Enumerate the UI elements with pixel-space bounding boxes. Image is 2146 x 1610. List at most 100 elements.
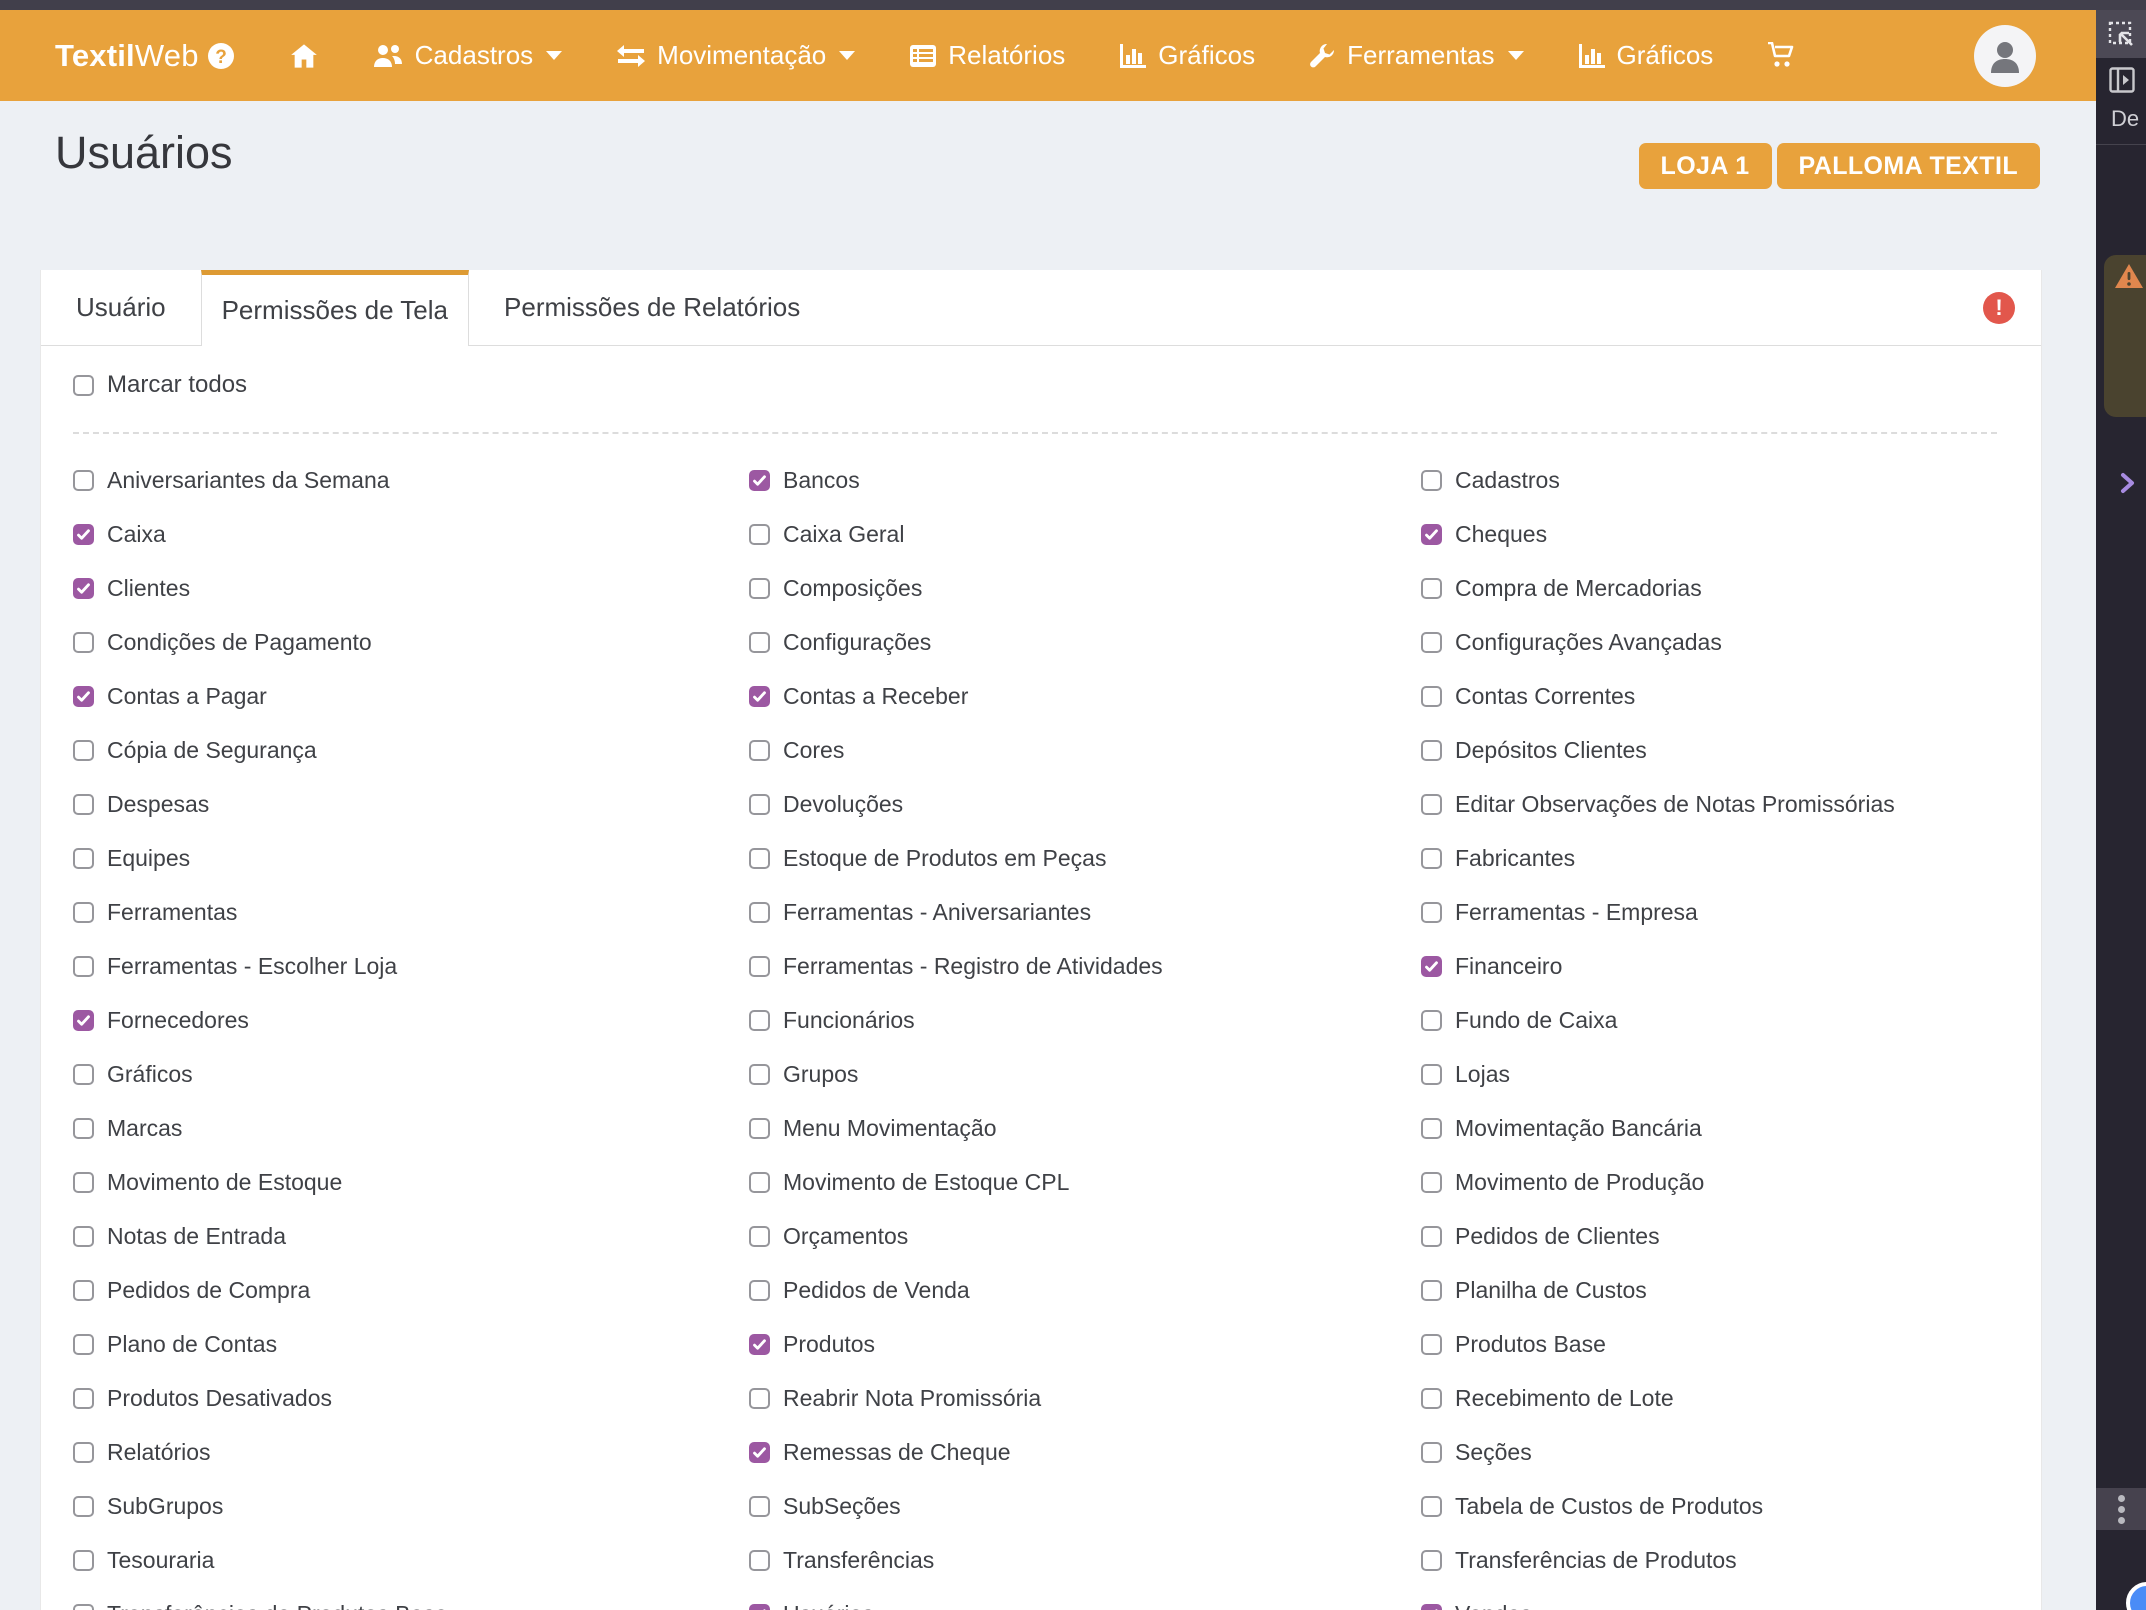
permission-checkbox[interactable] <box>73 740 94 761</box>
permission-item[interactable]: SubSeções <box>749 1493 901 1520</box>
permission-checkbox[interactable] <box>749 848 770 869</box>
permission-checkbox[interactable] <box>1421 1280 1442 1301</box>
permission-checkbox[interactable] <box>1421 956 1442 977</box>
permission-item[interactable]: Grupos <box>749 1061 858 1088</box>
permission-checkbox[interactable] <box>749 1388 770 1409</box>
permission-item[interactable]: Estoque de Produtos em Peças <box>749 845 1106 872</box>
permission-checkbox[interactable] <box>1421 1010 1442 1031</box>
permission-checkbox[interactable] <box>749 1550 770 1571</box>
permission-checkbox[interactable] <box>749 794 770 815</box>
permission-checkbox[interactable] <box>1421 1118 1442 1139</box>
permission-item[interactable]: Transferências de Produtos <box>1421 1547 1737 1574</box>
permission-checkbox[interactable] <box>73 524 94 545</box>
permission-item[interactable]: Configurações <box>749 629 931 656</box>
permission-item[interactable]: Fornecedores <box>73 1007 249 1034</box>
permission-item[interactable]: Ferramentas - Registro de Atividades <box>749 953 1163 980</box>
permission-checkbox[interactable] <box>1421 1172 1442 1193</box>
permission-item[interactable]: Funcionários <box>749 1007 915 1034</box>
permission-item[interactable]: Recebimento de Lote <box>1421 1385 1674 1412</box>
permission-item[interactable]: Menu Movimentação <box>749 1115 997 1142</box>
company-badge[interactable]: PALLOMA TEXTIL <box>1777 143 2040 189</box>
permission-checkbox[interactable] <box>749 1334 770 1355</box>
nav-movimentacao[interactable]: Movimentação <box>616 40 855 71</box>
permission-item[interactable]: Ferramentas <box>73 899 237 926</box>
permission-item[interactable]: Pedidos de Clientes <box>1421 1223 1660 1250</box>
permission-item[interactable]: Aniversariantes da Semana <box>73 467 390 494</box>
permission-checkbox[interactable] <box>1421 740 1442 761</box>
select-all-row[interactable]: Marcar todos <box>73 371 247 399</box>
permission-item[interactable]: Cadastros <box>1421 467 1560 494</box>
permission-item[interactable]: Depósitos Clientes <box>1421 737 1647 764</box>
tab-permissoes-relatorios[interactable]: Permissões de Relatórios <box>469 270 835 345</box>
permission-item[interactable]: Contas a Pagar <box>73 683 267 710</box>
permission-item[interactable]: Devoluções <box>749 791 903 818</box>
permission-item[interactable]: Remessas de Cheque <box>749 1439 1011 1466</box>
nav-cart[interactable] <box>1767 42 1797 70</box>
permission-item[interactable]: Ferramentas - Aniversariantes <box>749 899 1091 926</box>
permission-checkbox[interactable] <box>73 1010 94 1031</box>
permission-checkbox[interactable] <box>1421 1226 1442 1247</box>
permission-checkbox[interactable] <box>1421 470 1442 491</box>
permission-item[interactable]: Editar Observações de Notas Promissórias <box>1421 791 1895 818</box>
permission-checkbox[interactable] <box>73 1604 94 1610</box>
kebab-menu[interactable] <box>2096 1488 2146 1530</box>
permission-item[interactable]: Notas de Entrada <box>73 1223 286 1250</box>
permission-checkbox[interactable] <box>1421 632 1442 653</box>
permission-item[interactable]: Compra de Mercadorias <box>1421 575 1702 602</box>
permission-checkbox[interactable] <box>749 524 770 545</box>
tab-permissoes-tela[interactable]: Permissões de Tela <box>201 270 469 346</box>
permission-checkbox[interactable] <box>73 686 94 707</box>
nav-home[interactable] <box>290 43 318 69</box>
permission-item[interactable]: Fundo de Caixa <box>1421 1007 1617 1034</box>
permission-item[interactable]: Configurações Avançadas <box>1421 629 1722 656</box>
permission-checkbox[interactable] <box>73 1388 94 1409</box>
permission-checkbox[interactable] <box>749 1280 770 1301</box>
permission-checkbox[interactable] <box>749 1496 770 1517</box>
user-avatar[interactable] <box>1974 25 2036 87</box>
permission-checkbox[interactable] <box>749 578 770 599</box>
nav-cadastros[interactable]: Cadastros <box>372 40 563 71</box>
warning-panel[interactable] <box>2104 255 2146 417</box>
floating-action-button[interactable] <box>2126 1582 2146 1610</box>
permission-checkbox[interactable] <box>749 1442 770 1463</box>
permission-checkbox[interactable] <box>749 1010 770 1031</box>
permission-item[interactable]: Tesouraria <box>73 1547 214 1574</box>
permission-checkbox[interactable] <box>73 1226 94 1247</box>
nav-relatorios[interactable]: Relatórios <box>909 40 1065 71</box>
permission-checkbox[interactable] <box>749 1172 770 1193</box>
permission-checkbox[interactable] <box>1421 1334 1442 1355</box>
permission-item[interactable]: Composições <box>749 575 922 602</box>
permission-item[interactable]: Orçamentos <box>749 1223 908 1250</box>
permission-checkbox[interactable] <box>1421 686 1442 707</box>
permission-item[interactable]: Plano de Contas <box>73 1331 277 1358</box>
permission-checkbox[interactable] <box>749 632 770 653</box>
permission-item[interactable]: Contas a Receber <box>749 683 968 710</box>
permission-checkbox[interactable] <box>73 1118 94 1139</box>
nav-graficos[interactable]: Gráficos <box>1119 40 1255 71</box>
permission-checkbox[interactable] <box>73 1280 94 1301</box>
permission-checkbox[interactable] <box>749 1118 770 1139</box>
permission-checkbox[interactable] <box>1421 578 1442 599</box>
permission-item[interactable]: Equipes <box>73 845 190 872</box>
permission-item[interactable]: Caixa <box>73 521 166 548</box>
select-all-checkbox[interactable] <box>73 375 94 396</box>
permission-item[interactable]: Movimento de Estoque <box>73 1169 342 1196</box>
permission-item[interactable]: Seções <box>1421 1439 1532 1466</box>
permission-item[interactable]: Cheques <box>1421 521 1547 548</box>
permission-checkbox[interactable] <box>1421 524 1442 545</box>
expand-chevron[interactable] <box>2120 472 2136 499</box>
permission-item[interactable]: Marcas <box>73 1115 182 1142</box>
permission-checkbox[interactable] <box>749 956 770 977</box>
permission-checkbox[interactable] <box>73 578 94 599</box>
permission-item[interactable]: Cópia de Segurança <box>73 737 317 764</box>
permission-item[interactable]: Produtos Base <box>1421 1331 1606 1358</box>
tab-usuario[interactable]: Usuário <box>41 270 201 345</box>
permission-checkbox[interactable] <box>749 740 770 761</box>
permission-checkbox[interactable] <box>749 1604 770 1610</box>
permission-item[interactable]: Transferências <box>749 1547 934 1574</box>
permission-item[interactable]: Contas Correntes <box>1421 683 1635 710</box>
permission-checkbox[interactable] <box>73 956 94 977</box>
permission-item[interactable]: Usuários <box>749 1601 874 1610</box>
permission-item[interactable]: Produtos Desativados <box>73 1385 332 1412</box>
permission-item[interactable]: Tabela de Custos de Produtos <box>1421 1493 1763 1520</box>
